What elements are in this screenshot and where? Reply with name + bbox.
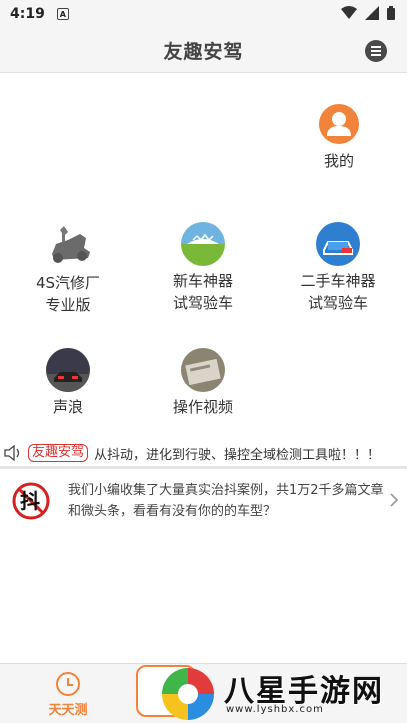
grid-item-sound[interactable]: 声浪 [13,348,123,418]
user-icon [319,104,359,144]
sound-wave-icon [46,348,90,392]
new-car-icon [181,222,225,266]
grid-label-line1: 二手车神器 [300,272,376,290]
tab-label: 天天测 [48,702,88,718]
notice-text: 从抖动，进化到行驶、操控全域检测工具啦！！！ [94,447,381,463]
grid-item-4s-repair[interactable]: 4S汽修厂 专业版 [13,224,123,316]
status-bar: 4:19 A [0,0,407,28]
grid-label-line1: 4S汽修厂 [35,274,101,292]
grid-label-line1: 新车神器 [172,272,233,290]
tab-daily-test[interactable]: 天天测 [0,664,136,723]
used-car-icon [316,222,360,266]
menu-button[interactable] [365,40,387,62]
grid-label-line2: 专业版 [45,296,91,314]
section-divider [0,466,407,469]
grid-label-line1: 操作视频 [172,398,233,416]
grid-item-new-car[interactable]: 新车神器 试驾验车 [148,222,258,314]
article-text: 我们小编收集了大量真实治抖案例，共1万2千多篇文章和微头条，看看有没有你的的车型… [68,483,384,519]
menu-icon-line [371,54,381,56]
anti-shake-glyph: 抖 [20,489,40,513]
menu-icon-line [371,50,381,52]
grid-label-line2: 试驾验车 [172,294,233,312]
clock-icon [56,671,80,696]
watermark-url: www.lyshbx.com [226,704,324,715]
watermark: 八星手游网 www.lyshbx.com [150,660,407,723]
app-header: 友趣安驾 [0,28,407,73]
car-repair-icon [46,224,90,268]
speaker-icon [4,445,20,461]
status-time: 4:19 [10,6,45,22]
grid-label-line1: 声浪 [52,398,83,416]
profile-label: 我的 [323,152,354,170]
notice-bar[interactable]: 友趣安驾 从抖动，进化到行驶、操控全域检测工具啦！！！ [0,441,407,465]
status-icons [341,6,395,20]
notification-icon: A [56,8,69,20]
anti-shake-icon: 抖 [12,482,50,520]
battery-icon [387,6,395,20]
profile-button[interactable]: 我的 [284,104,394,172]
grid-item-used-car[interactable]: 二手车神器 试驾验车 [283,222,393,314]
cellular-icon [365,6,379,20]
chevron-right-icon [390,493,399,507]
article-item[interactable]: 抖 我们小编收集了大量真实治抖案例，共1万2千多篇文章和微头条，看看有没有你的的… [0,476,407,532]
grid-label-line2: 试驾验车 [307,294,368,312]
grid-item-video[interactable]: 操作视频 [148,348,258,418]
watermark-logo-icon [162,668,214,720]
page-title: 友趣安驾 [163,40,244,63]
notice-tag: 友趣安驾 [28,444,89,462]
wifi-icon [341,6,357,19]
menu-icon-line [371,46,381,48]
video-icon [181,348,225,392]
